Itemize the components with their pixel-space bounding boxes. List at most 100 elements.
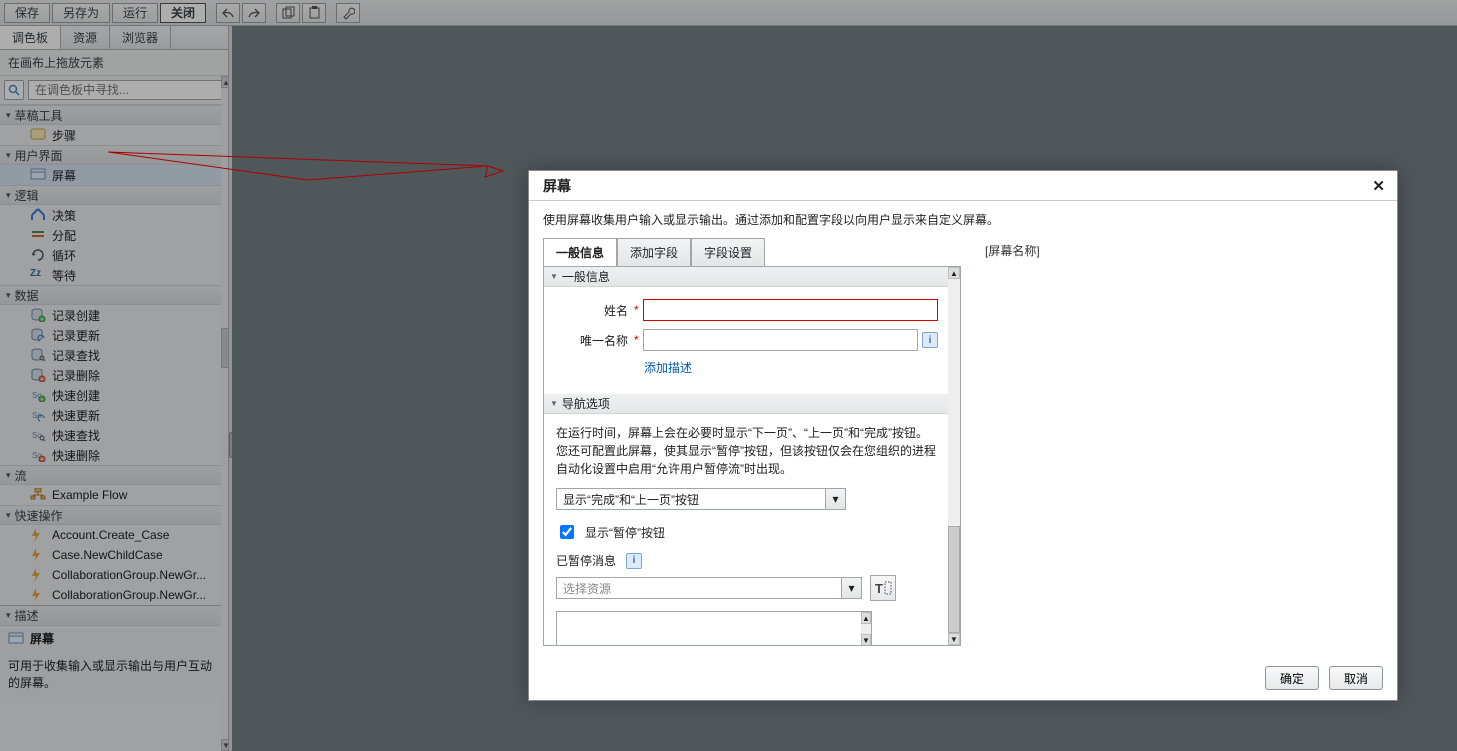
item-decision[interactable]: 决策 (0, 205, 231, 225)
description-text: 可用于收集输入或显示输出与用户互动的屏幕。 (0, 651, 231, 697)
item-fast-update[interactable]: So快速更新 (0, 405, 231, 425)
item-quick-3[interactable]: CollaborationGroup.NewGr... (0, 565, 231, 585)
item-quick-2[interactable]: Case.NewChildCase (0, 545, 231, 565)
item-assign[interactable]: 分配 (0, 225, 231, 245)
item-label: CollaborationGroup.NewGr... (52, 588, 206, 602)
item-quick-4[interactable]: CollaborationGroup.NewGr... (0, 585, 231, 605)
svg-text:So: So (32, 431, 42, 440)
required-asterisk: * (634, 303, 639, 317)
description-header[interactable]: 描述 (0, 606, 231, 626)
dialog-tabs: 一般信息 添加字段 字段设置 (543, 238, 961, 266)
sidebar-tabs: 调色板 资源 浏览器 (0, 26, 231, 50)
unique-name-input[interactable] (643, 329, 918, 351)
dialog-footer: 确定 取消 (529, 656, 1397, 700)
resource-select[interactable]: 选择资源 ▾ (556, 577, 862, 599)
item-label: Example Flow (52, 488, 127, 502)
scroll-down-icon[interactable]: ▼ (948, 633, 960, 645)
item-label: CollaborationGroup.NewGr... (52, 568, 206, 582)
group-sketch[interactable]: 草稿工具 (0, 105, 231, 125)
form-scroll-thumb[interactable] (948, 526, 960, 633)
item-label: 记录查找 (52, 347, 100, 364)
name-input[interactable] (643, 299, 938, 321)
nav-buttons-select[interactable]: 显示“完成”和“上一页”按钮 ▾ (556, 488, 846, 510)
dialog-close-icon[interactable]: ✕ (1372, 177, 1385, 195)
dialog-header: 屏幕 ✕ (529, 171, 1397, 201)
section-nav[interactable]: 导航选项 (544, 394, 948, 414)
item-wait[interactable]: Zz等待 (0, 265, 231, 285)
item-record-update[interactable]: 记录更新 (0, 325, 231, 345)
info-icon[interactable]: i (922, 332, 938, 348)
item-label: 分配 (52, 227, 76, 244)
group-data[interactable]: 数据 (0, 285, 231, 305)
item-example-flow[interactable]: Example Flow (0, 485, 231, 505)
run-button[interactable]: 运行 (112, 3, 158, 23)
required-asterisk: * (634, 333, 639, 347)
text-editor-icon[interactable]: T (870, 575, 896, 601)
paused-message-textarea[interactable] (556, 611, 872, 646)
item-label: 等待 (52, 267, 76, 284)
svg-text:+: + (41, 397, 44, 402)
tab-general[interactable]: 一般信息 (543, 238, 617, 266)
group-flow[interactable]: 流 (0, 465, 231, 485)
item-loop[interactable]: 循环 (0, 245, 231, 265)
paused-message-label: 已暂停消息 (556, 552, 616, 569)
chevron-down-icon[interactable]: ▾ (842, 577, 862, 599)
close-button[interactable]: 关闭 (160, 3, 206, 23)
textarea-scrollbar[interactable]: ▲▼ (861, 612, 871, 646)
section-general[interactable]: 一般信息 (544, 267, 948, 287)
item-record-delete[interactable]: 记录删除 (0, 365, 231, 385)
palette-search-input[interactable] (28, 80, 227, 100)
search-icon[interactable] (4, 80, 24, 100)
tab-browser[interactable]: 浏览器 (110, 26, 171, 49)
item-label: 快速更新 (52, 407, 100, 424)
label-name: 姓名 (554, 302, 634, 319)
redo-icon[interactable] (242, 3, 266, 23)
item-fast-create[interactable]: So+快速创建 (0, 385, 231, 405)
item-fast-lookup[interactable]: So 快速查找 (0, 425, 231, 445)
canvas-hint: 在画布上拖放元素 (0, 50, 231, 76)
show-pause-checkbox[interactable] (560, 525, 574, 539)
tab-add-field[interactable]: 添加字段 (617, 238, 691, 266)
tab-field-settings[interactable]: 字段设置 (691, 238, 765, 266)
item-label: 快速删除 (52, 447, 100, 464)
save-button[interactable]: 保存 (4, 3, 50, 23)
item-record-create[interactable]: + 记录创建 (0, 305, 231, 325)
undo-icon[interactable] (216, 3, 240, 23)
scroll-up-icon[interactable]: ▲ (948, 267, 960, 279)
paste-icon[interactable] (302, 3, 326, 23)
description-title: 屏幕 (30, 630, 54, 647)
group-quick[interactable]: 快速操作 (0, 505, 231, 525)
app-toolbar: 保存 另存为 运行 关闭 (0, 0, 1457, 26)
item-label: 循环 (52, 247, 76, 264)
cancel-button[interactable]: 取消 (1329, 666, 1383, 690)
chevron-down-icon[interactable]: ▾ (826, 488, 846, 510)
ok-button[interactable]: 确定 (1265, 666, 1319, 690)
item-quick-1[interactable]: Account.Create_Case (0, 525, 231, 545)
svg-text:+: + (41, 317, 44, 322)
item-label: 记录创建 (52, 307, 100, 324)
resource-placeholder: 选择资源 (556, 577, 842, 599)
save-as-button[interactable]: 另存为 (52, 3, 110, 23)
tutorial-arrow (108, 150, 508, 190)
item-label: 决策 (52, 207, 76, 224)
item-step[interactable]: 步骤 (0, 125, 231, 145)
item-label: 记录更新 (52, 327, 100, 344)
svg-text:T: T (875, 581, 883, 596)
palette-search-row (0, 76, 231, 105)
copy-icon[interactable] (276, 3, 300, 23)
item-fast-delete[interactable]: So快速删除 (0, 445, 231, 465)
item-label: 步骤 (52, 127, 76, 144)
item-label: 快速查找 (52, 427, 100, 444)
screen-dialog: 屏幕 ✕ 使用屏幕收集用户输入或显示输出。通过添加和配置字段以向用户显示来自定义… (528, 170, 1398, 701)
item-record-lookup[interactable]: 记录查找 (0, 345, 231, 365)
tab-palette[interactable]: 调色板 (0, 26, 61, 49)
sidebar-description-panel: 描述 屏幕 可用于收集输入或显示输出与用户互动的屏幕。 (0, 605, 231, 697)
add-description-link[interactable]: 添加描述 (644, 359, 692, 376)
wrench-icon[interactable] (336, 3, 360, 23)
label-unique-name: 唯一名称 (554, 332, 634, 349)
tab-resources[interactable]: 资源 (61, 26, 110, 49)
screen-icon (8, 632, 24, 646)
info-icon[interactable]: i (626, 553, 642, 569)
show-pause-label: 显示“暂停”按钮 (585, 524, 665, 541)
item-label: Case.NewChildCase (52, 548, 163, 562)
